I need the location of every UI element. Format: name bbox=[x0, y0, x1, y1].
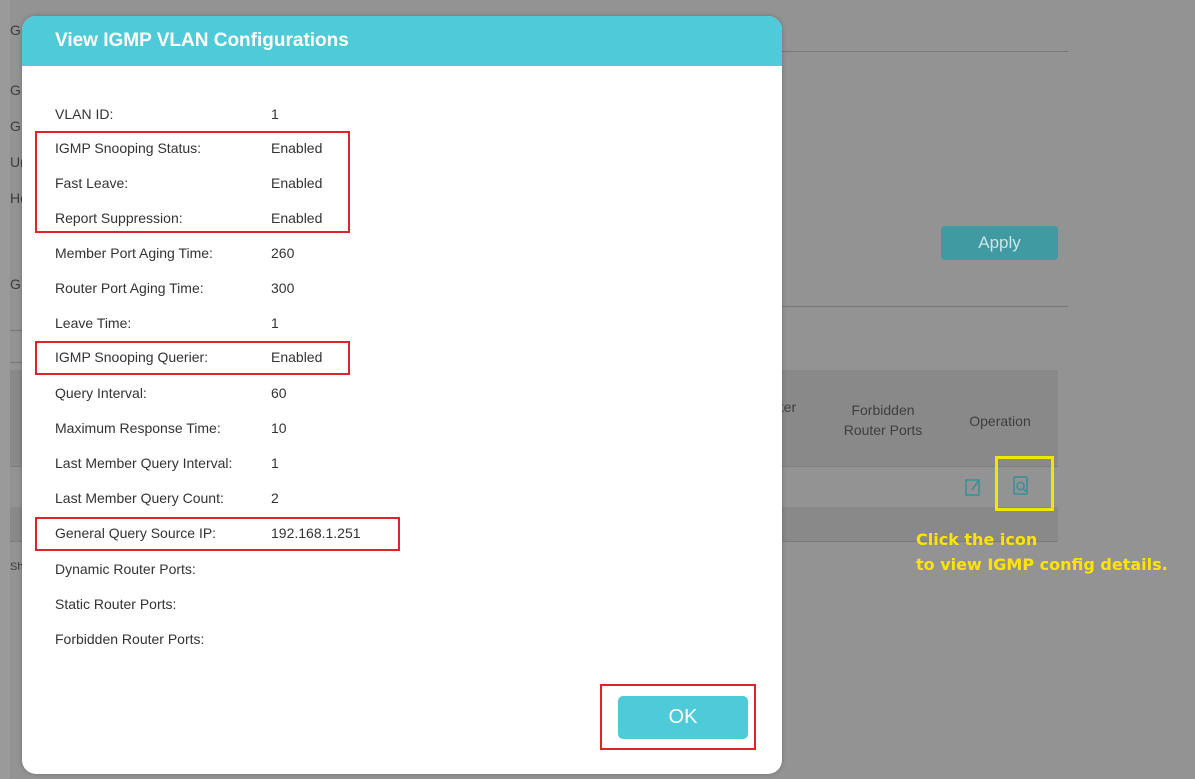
bg-text-fragment: G bbox=[10, 22, 21, 38]
field-value: 260 bbox=[271, 245, 295, 261]
highlight-box bbox=[35, 131, 350, 233]
highlight-box bbox=[995, 456, 1054, 511]
igmp-vlan-config-dialog: View IGMP VLAN Configurations VLAN ID: 1 … bbox=[22, 16, 782, 774]
field-label: Member Port Aging Time: bbox=[55, 245, 213, 261]
bg-text-fragment: G bbox=[10, 118, 21, 134]
annotation-text: Click the icon to view IGMP config detai… bbox=[916, 527, 1168, 577]
edit-icon[interactable] bbox=[962, 475, 984, 499]
field-value: 300 bbox=[271, 280, 295, 296]
divider bbox=[780, 306, 1068, 307]
highlight-box bbox=[35, 517, 400, 551]
bg-text-fragment: G bbox=[10, 82, 21, 98]
field-value: 2 bbox=[271, 490, 279, 506]
field-value: 1 bbox=[271, 315, 279, 331]
field-label: Router Port Aging Time: bbox=[55, 280, 204, 296]
column-header-forbidden-router-ports: Forbidden Router Ports bbox=[843, 402, 923, 438]
field-label: Last Member Query Interval: bbox=[55, 455, 233, 471]
annotation-line: to view IGMP config details. bbox=[916, 555, 1168, 574]
apply-button[interactable]: Apply bbox=[941, 226, 1058, 260]
field-label: Dynamic Router Ports: bbox=[55, 561, 196, 577]
divider bbox=[10, 362, 22, 363]
field-label: Forbidden Router Ports: bbox=[55, 631, 205, 647]
bg-text-fragment: G bbox=[10, 276, 21, 292]
column-header-operation: Operation bbox=[969, 413, 1031, 429]
field-label: VLAN ID: bbox=[55, 106, 114, 122]
dialog-title: View IGMP VLAN Configurations bbox=[55, 30, 349, 51]
field-label: Last Member Query Count: bbox=[55, 490, 224, 506]
ok-button[interactable]: OK bbox=[618, 696, 748, 739]
annotation-line: Click the icon bbox=[916, 530, 1038, 549]
field-value: 1 bbox=[271, 106, 279, 122]
field-label: Leave Time: bbox=[55, 315, 132, 331]
field-label: Query Interval: bbox=[55, 385, 147, 401]
field-label: Static Router Ports: bbox=[55, 596, 177, 612]
divider bbox=[780, 51, 1068, 52]
divider bbox=[10, 330, 22, 331]
highlight-box bbox=[35, 341, 350, 375]
field-value: 1 bbox=[271, 455, 279, 471]
field-value: 10 bbox=[271, 420, 287, 436]
dialog-header: View IGMP VLAN Configurations bbox=[22, 16, 782, 66]
field-value: 60 bbox=[271, 385, 287, 401]
field-label: Maximum Response Time: bbox=[55, 420, 221, 436]
